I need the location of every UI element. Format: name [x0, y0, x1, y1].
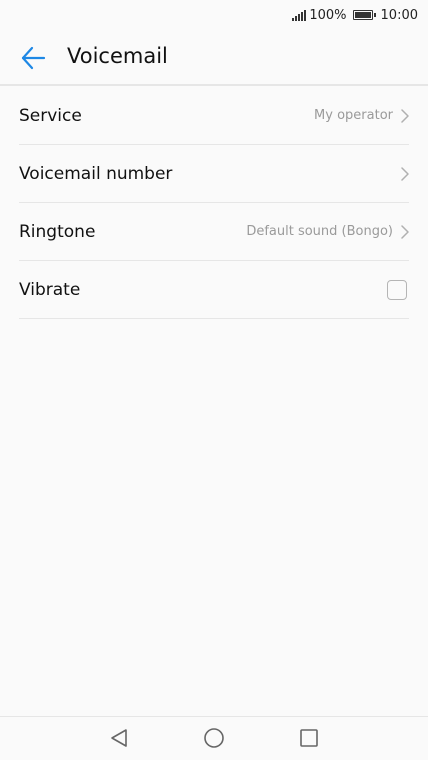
battery-percent: 100%: [309, 7, 347, 23]
voicemail-settings-screen: 100% 10:00 Voicemail Service My operator: [0, 0, 428, 760]
page-title: Voicemail: [67, 44, 168, 68]
vibrate-label: Vibrate: [19, 279, 81, 300]
status-indicators: 100% 10:00: [292, 6, 418, 24]
voicemail-number-value-group: [401, 166, 409, 181]
clock: 10:00: [380, 7, 418, 23]
voicemail-number-label: Voicemail number: [19, 163, 173, 184]
service-label: Service: [19, 105, 82, 126]
signal-icon: [292, 9, 307, 21]
settings-list: Service My operator Voicemail number Rin…: [19, 87, 409, 319]
chevron-right-icon: [401, 108, 409, 123]
arrow-left-icon: [21, 46, 46, 70]
service-value: My operator: [314, 108, 393, 123]
chevron-right-icon: [401, 224, 409, 239]
ringtone-value-group: Default sound (Bongo): [246, 224, 409, 239]
vibrate-row[interactable]: Vibrate: [19, 261, 409, 319]
navigation-bar: [0, 716, 428, 760]
square-recent-icon: [300, 729, 318, 747]
nav-home-button[interactable]: [203, 727, 225, 749]
back-button[interactable]: [20, 45, 46, 71]
vibrate-checkbox[interactable]: [387, 279, 407, 300]
ringtone-label: Ringtone: [19, 221, 96, 242]
nav-recent-button[interactable]: [298, 727, 320, 749]
battery-icon: [352, 10, 376, 20]
chevron-right-icon: [401, 166, 409, 181]
ringtone-row[interactable]: Ringtone Default sound (Bongo): [19, 203, 409, 261]
triangle-back-icon: [111, 729, 127, 747]
nav-back-button[interactable]: [108, 727, 130, 749]
voicemail-number-row[interactable]: Voicemail number: [19, 145, 409, 203]
circle-home-icon: [204, 728, 224, 748]
app-bar: Voicemail: [0, 30, 428, 86]
ringtone-value: Default sound (Bongo): [246, 224, 393, 239]
service-value-group: My operator: [314, 108, 409, 123]
status-bar: 100% 10:00: [0, 0, 428, 30]
service-row[interactable]: Service My operator: [19, 87, 409, 145]
